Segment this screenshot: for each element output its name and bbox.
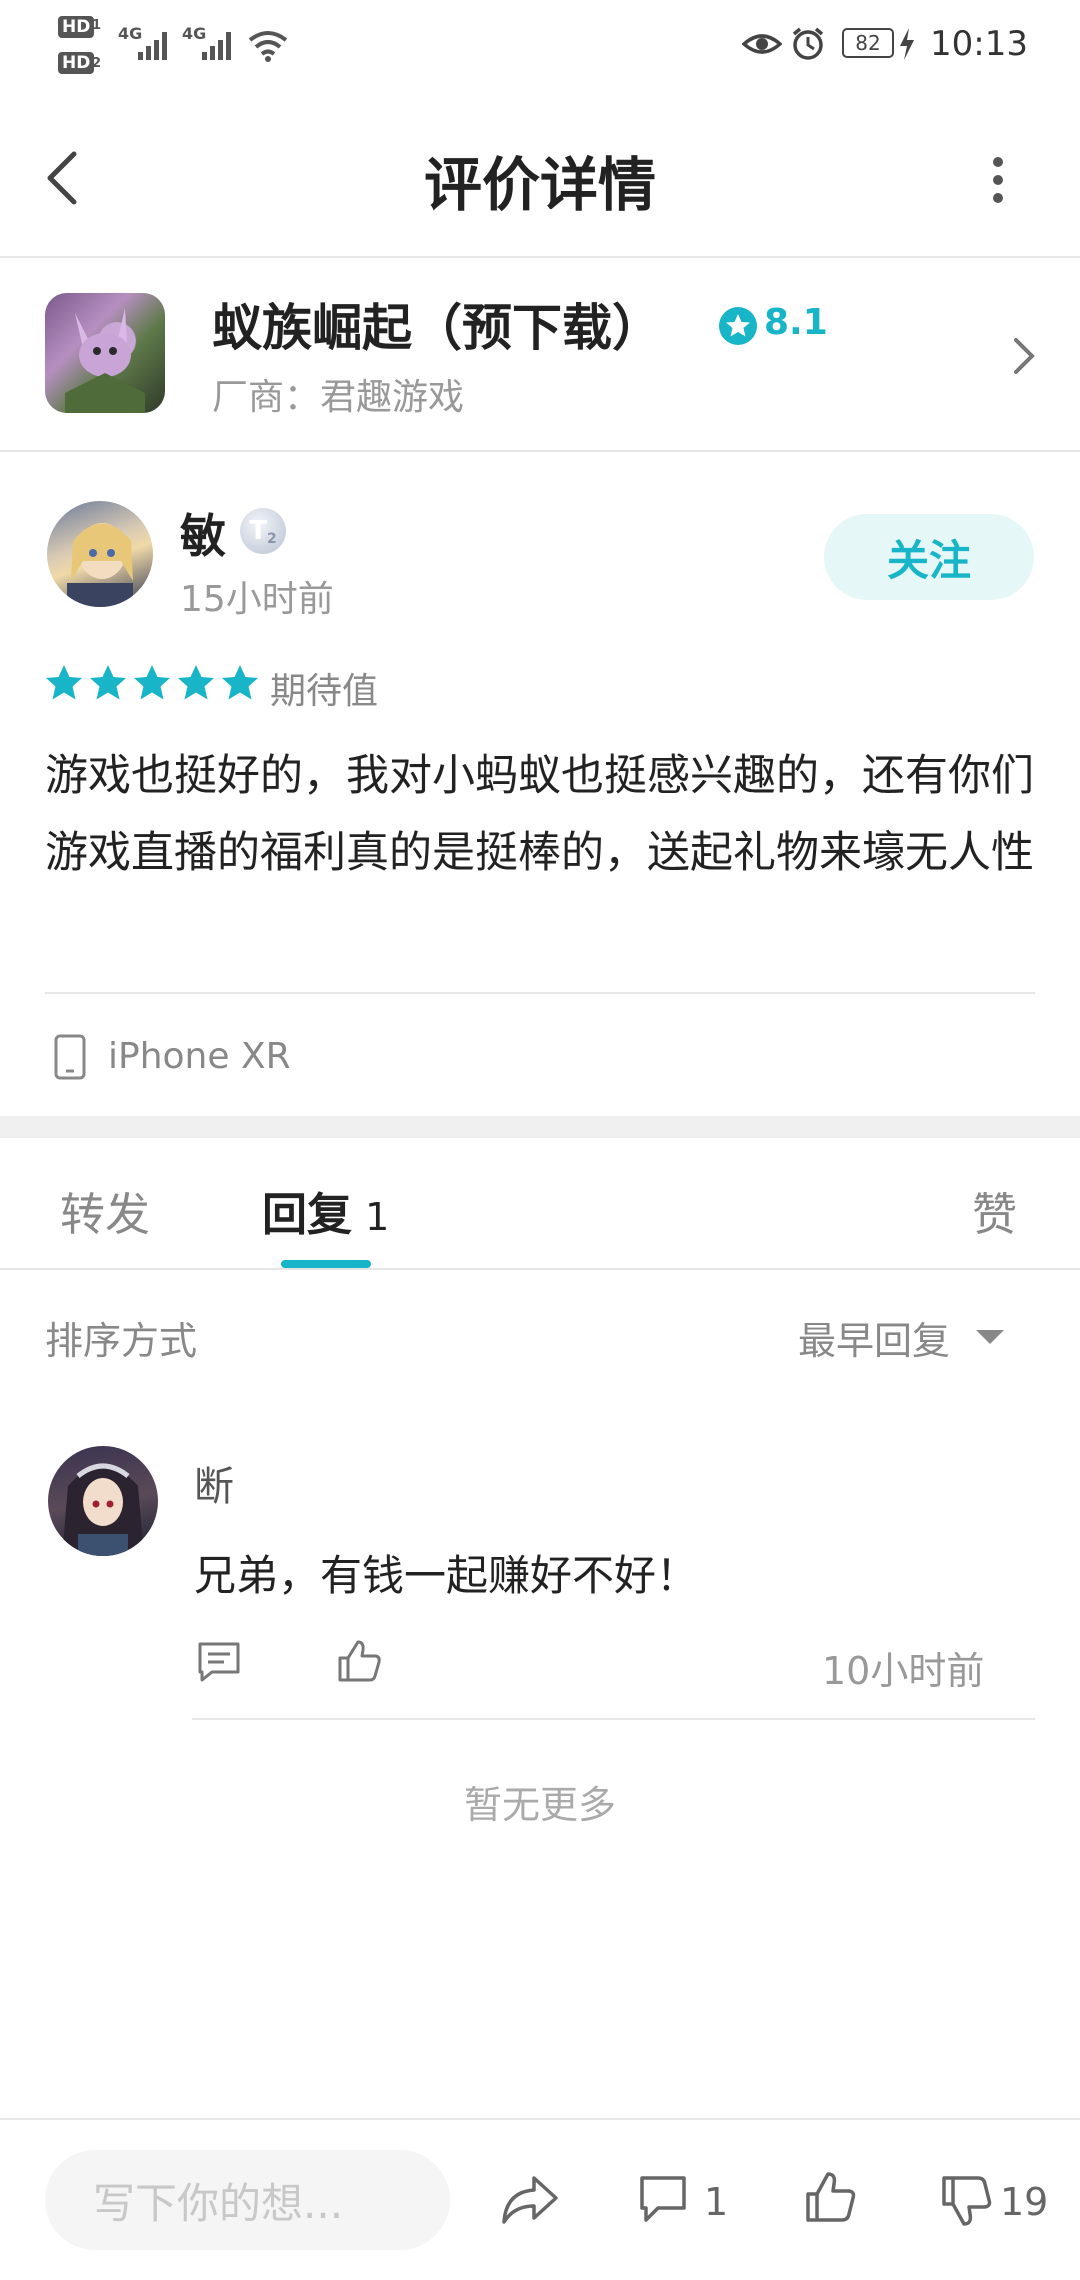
- game-rating: 8.1: [764, 302, 828, 343]
- tab-reply-count: 1: [365, 1195, 390, 1239]
- game-card[interactable]: 蚁族崛起（预下载） 8.1 厂商：君趣游戏: [0, 258, 1080, 450]
- dislike-icon[interactable]: [940, 2172, 994, 2228]
- active-tab-indicator: [281, 1260, 371, 1268]
- user-level-badge-text: T: [249, 516, 267, 546]
- hd-badge-1: HD: [58, 16, 95, 38]
- reviewer-name[interactable]: 敏: [180, 500, 226, 566]
- charging-icon: [900, 28, 914, 60]
- star-icon: [178, 665, 214, 700]
- chevron-right-icon: [1014, 338, 1035, 374]
- bottom-action-bar: 写下你的想... 1 19: [0, 2120, 1080, 2280]
- rating-label: 期待值: [270, 671, 379, 712]
- device-name: iPhone XR: [108, 1036, 291, 1077]
- reply-avatar-art: [62, 1463, 144, 1556]
- dropdown-triangle-icon: [976, 1329, 1005, 1344]
- user-level-badge: T 2: [240, 508, 286, 554]
- game-vendor: 厂商：君趣游戏: [212, 377, 465, 418]
- review-time: 15小时前: [180, 579, 334, 620]
- signal-icon-2: [202, 32, 231, 60]
- star-icon: [90, 665, 126, 700]
- reviewer-avatar[interactable]: [47, 501, 153, 607]
- tab-reply-label: 回复: [262, 1188, 353, 1241]
- game-creature-icon: [65, 308, 145, 413]
- no-more-text: 暂无更多: [463, 1783, 616, 1827]
- reply-text: 兄弟，有钱一起赚好不好！: [194, 1551, 699, 1600]
- star-icon: [222, 665, 258, 700]
- clock: 10:13: [930, 24, 1028, 64]
- game-app-icon: [45, 293, 165, 413]
- phone-device-icon: [54, 1034, 86, 1080]
- tabs-divider: [0, 1268, 1080, 1270]
- sort-label: 排序方式: [45, 1319, 198, 1363]
- like-icon[interactable]: [804, 2170, 858, 2226]
- tab-reply[interactable]: 回复 1: [262, 1178, 389, 1243]
- comment-count: 1: [704, 2180, 729, 2224]
- rating-star-badge-icon: [719, 307, 757, 345]
- wifi-icon: [248, 31, 288, 62]
- eye-comfort-icon: [742, 34, 782, 54]
- tab-like[interactable]: 赞: [972, 1178, 1017, 1243]
- share-icon[interactable]: [500, 2172, 560, 2228]
- status-bar: HD 1 HD 2 4G 4G 82 10:13: [0, 0, 1080, 96]
- page-title: 评价详情: [423, 151, 656, 219]
- review-divider: [45, 992, 1035, 994]
- reply-user-name[interactable]: 断: [194, 1454, 234, 1512]
- hd-badge-2: HD: [58, 52, 95, 74]
- comment-icon[interactable]: [638, 2174, 688, 2224]
- game-card-divider: [0, 450, 1080, 452]
- comment-input[interactable]: 写下你的想...: [45, 2150, 450, 2250]
- hd-badge-1-sub: 1: [92, 18, 102, 33]
- star-icon: [46, 665, 82, 700]
- dislike-count: 19: [1000, 2180, 1049, 2224]
- alarm-icon: [792, 27, 824, 60]
- battery-icon: 82: [842, 28, 894, 58]
- reply-tabs: 转发 回复 1 赞: [0, 1138, 1080, 1268]
- tab-forward[interactable]: 转发: [60, 1178, 150, 1243]
- reply-comment-icon[interactable]: [196, 1640, 242, 1684]
- reply-like-icon[interactable]: [336, 1638, 382, 1684]
- hd-badge-2-sub: 2: [92, 56, 102, 71]
- reply-item: 断 兄弟，有钱一起赚好不好！ 10小时前: [0, 1440, 1080, 1730]
- reviewer-avatar-art: [67, 523, 133, 607]
- signal-icon-1: [138, 32, 167, 60]
- sort-value: 最早回复: [798, 1319, 951, 1363]
- reply-divider: [192, 1718, 1035, 1720]
- section-gap: [0, 1116, 1080, 1138]
- review-content: 游戏也挺好的，我对小蚂蚁也挺感兴趣的，还有你们游戏直播的福利真的是挺棒的，送起礼…: [45, 751, 1034, 878]
- battery-level: 82: [855, 31, 881, 55]
- reply-time: 10小时前: [822, 1649, 985, 1693]
- top-app-bar: 评价详情: [0, 96, 1080, 256]
- follow-button[interactable]: 关注: [824, 514, 1034, 600]
- star-icon: [134, 665, 170, 700]
- review-stars: [45, 664, 259, 708]
- reply-user-avatar[interactable]: [48, 1446, 158, 1556]
- sort-dropdown[interactable]: 最早回复: [798, 1310, 1010, 1365]
- user-level-badge-sub: 2: [267, 531, 277, 547]
- game-name: 蚁族崛起（预下载）: [212, 299, 662, 357]
- more-options-icon[interactable]: [988, 156, 1008, 204]
